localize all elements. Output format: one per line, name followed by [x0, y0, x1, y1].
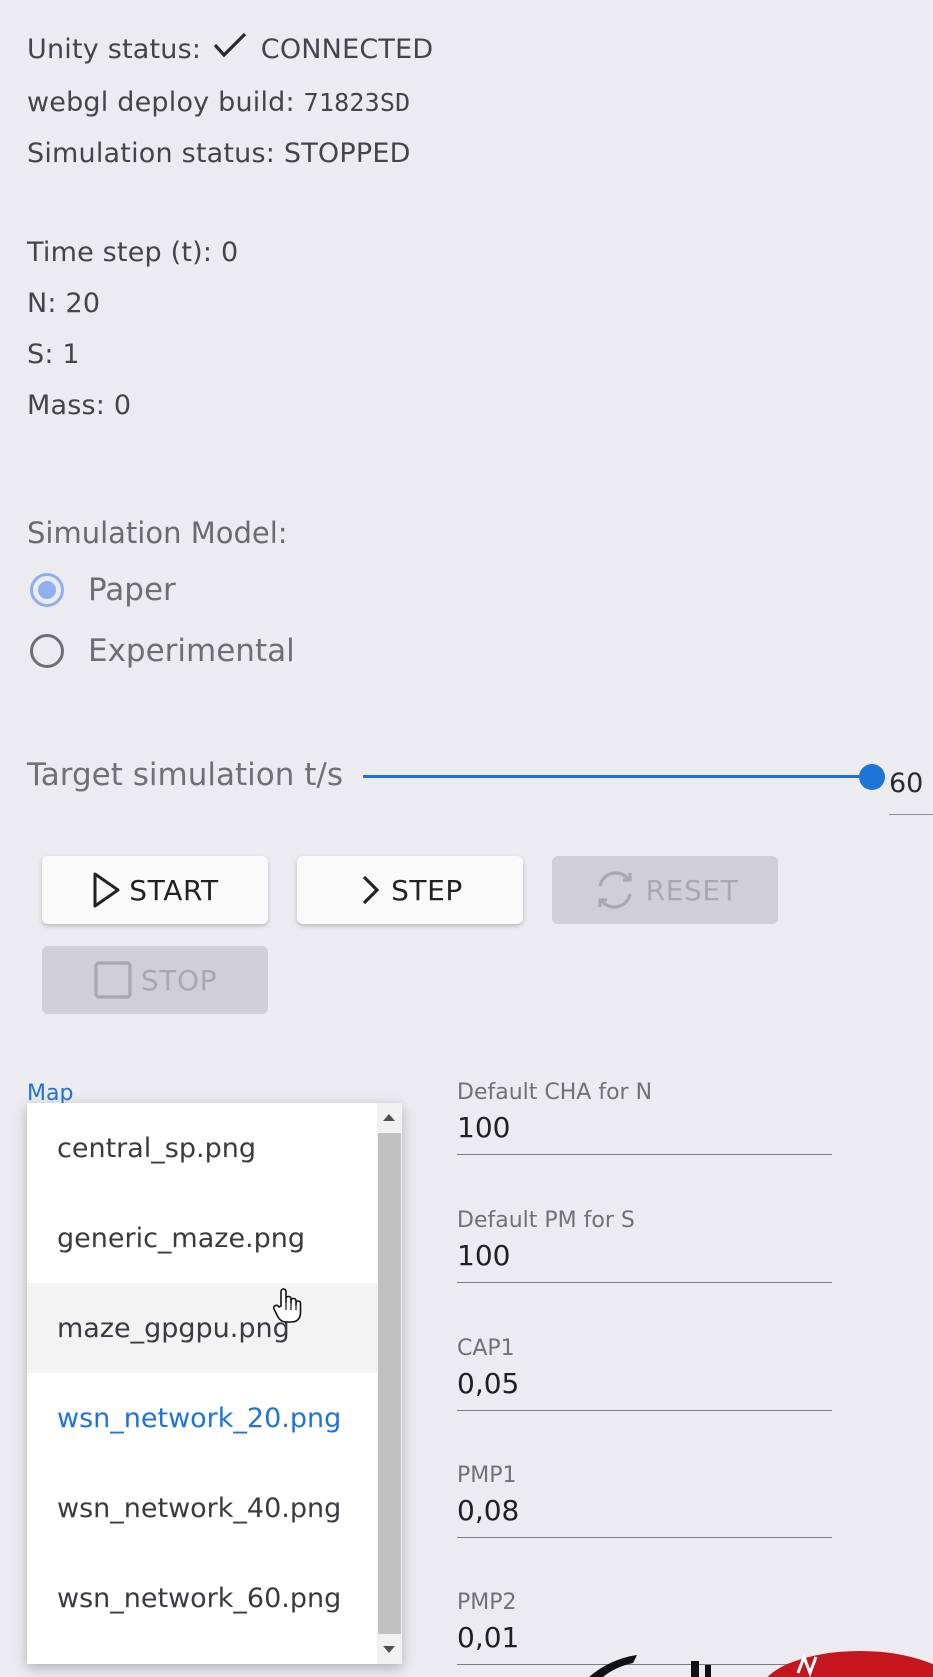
stop-button[interactable]: STOP — [42, 946, 268, 1014]
map-dropdown-list[interactable]: central_sp.png generic_maze.png maze_gpg… — [27, 1103, 402, 1664]
field-pmp1[interactable]: PMP1 0,08 — [457, 1463, 832, 1538]
simulation-status: Simulation status: STOPPED — [27, 138, 411, 169]
map-option-hovered[interactable]: maze_gpgpu.png — [27, 1283, 377, 1373]
build-value: 71823SD — [303, 88, 411, 117]
field-pmp2-label: PMP2 — [457, 1590, 517, 1615]
radio-paper[interactable] — [30, 573, 64, 607]
build-label: webgl deploy build: — [27, 87, 295, 118]
field-default-cha[interactable]: Default CHA for N 100 — [457, 1080, 832, 1155]
simulation-model-label: Simulation Model: — [27, 516, 288, 550]
logo-partial-black — [589, 1655, 711, 1677]
build-info: webgl deploy build: 71823SD — [27, 87, 410, 118]
slider-value-underline — [889, 814, 933, 815]
mass-stat: Mass: 0 — [27, 390, 132, 421]
radio-experimental[interactable] — [30, 634, 64, 668]
scrollbar-thumb[interactable] — [378, 1133, 401, 1634]
field-default-cha-underline — [457, 1154, 832, 1155]
field-default-pm-underline — [457, 1282, 832, 1283]
step-button-label: STEP — [391, 873, 463, 907]
dropdown-scrollbar[interactable] — [377, 1103, 402, 1664]
step-button[interactable]: STEP — [297, 856, 523, 924]
field-default-pm-label: Default PM for S — [457, 1208, 635, 1233]
model-option-experimental[interactable]: Experimental — [30, 633, 295, 669]
map-option[interactable]: wsn_network_40.png — [27, 1463, 377, 1553]
stop-icon — [94, 961, 132, 999]
field-default-cha-label: Default CHA for N — [457, 1080, 653, 1105]
sync-icon — [598, 871, 632, 909]
slider-value[interactable]: 60 — [889, 768, 923, 799]
map-option[interactable]: wsn_network_60.png — [27, 1553, 377, 1643]
map-option[interactable]: generic_maze.png — [27, 1193, 377, 1283]
simulation-status-label: Simulation status: — [27, 138, 276, 169]
hand-pointer-icon — [272, 1288, 302, 1323]
play-icon — [93, 872, 120, 908]
field-default-cha-value[interactable]: 100 — [457, 1111, 832, 1144]
reset-button-label: RESET — [645, 873, 739, 907]
field-cap1-value[interactable]: 0,05 — [457, 1367, 832, 1400]
map-option-selected[interactable]: wsn_network_20.png — [27, 1373, 377, 1463]
scroll-up-arrow-icon[interactable] — [383, 1114, 395, 1121]
field-pmp1-value[interactable]: 0,08 — [457, 1494, 832, 1527]
n-stat: N: 20 — [27, 288, 101, 319]
field-default-pm[interactable]: Default PM for S 100 — [457, 1208, 832, 1283]
slider-track[interactable] — [363, 775, 873, 778]
simulation-status-value: STOPPED — [283, 138, 411, 169]
model-option-paper-label: Paper — [88, 572, 176, 608]
scroll-down-arrow-icon[interactable] — [383, 1646, 395, 1653]
slider-thumb[interactable] — [859, 764, 885, 790]
chevron-right-icon — [362, 875, 380, 905]
field-cap1-underline — [457, 1410, 832, 1411]
reset-button[interactable]: RESET — [552, 856, 778, 924]
unity-status-value: CONNECTED — [260, 34, 434, 65]
field-cap1-label: CAP1 — [457, 1336, 515, 1361]
field-pmp1-underline — [457, 1537, 832, 1538]
check-icon — [213, 32, 247, 58]
unity-status-label: Unity status: — [27, 34, 202, 65]
field-default-pm-value[interactable]: 100 — [457, 1239, 832, 1272]
model-option-experimental-label: Experimental — [88, 633, 295, 669]
field-pmp1-label: PMP1 — [457, 1463, 517, 1488]
start-button-label: START — [129, 873, 219, 907]
target-sim-label: Target simulation t/s — [27, 757, 343, 793]
model-option-paper[interactable]: Paper — [30, 572, 176, 608]
map-option[interactable]: central_sp.png — [27, 1103, 377, 1193]
start-button[interactable]: START — [42, 856, 268, 924]
logo-partial-red — [767, 1651, 933, 1677]
field-cap1[interactable]: CAP1 0,05 — [457, 1336, 832, 1411]
stop-button-label: STOP — [140, 963, 218, 997]
timestep-stat: Time step (t): 0 — [27, 237, 239, 268]
unity-status: Unity status: CONNECTED — [27, 30, 433, 65]
s-stat: S: 1 — [27, 339, 80, 370]
